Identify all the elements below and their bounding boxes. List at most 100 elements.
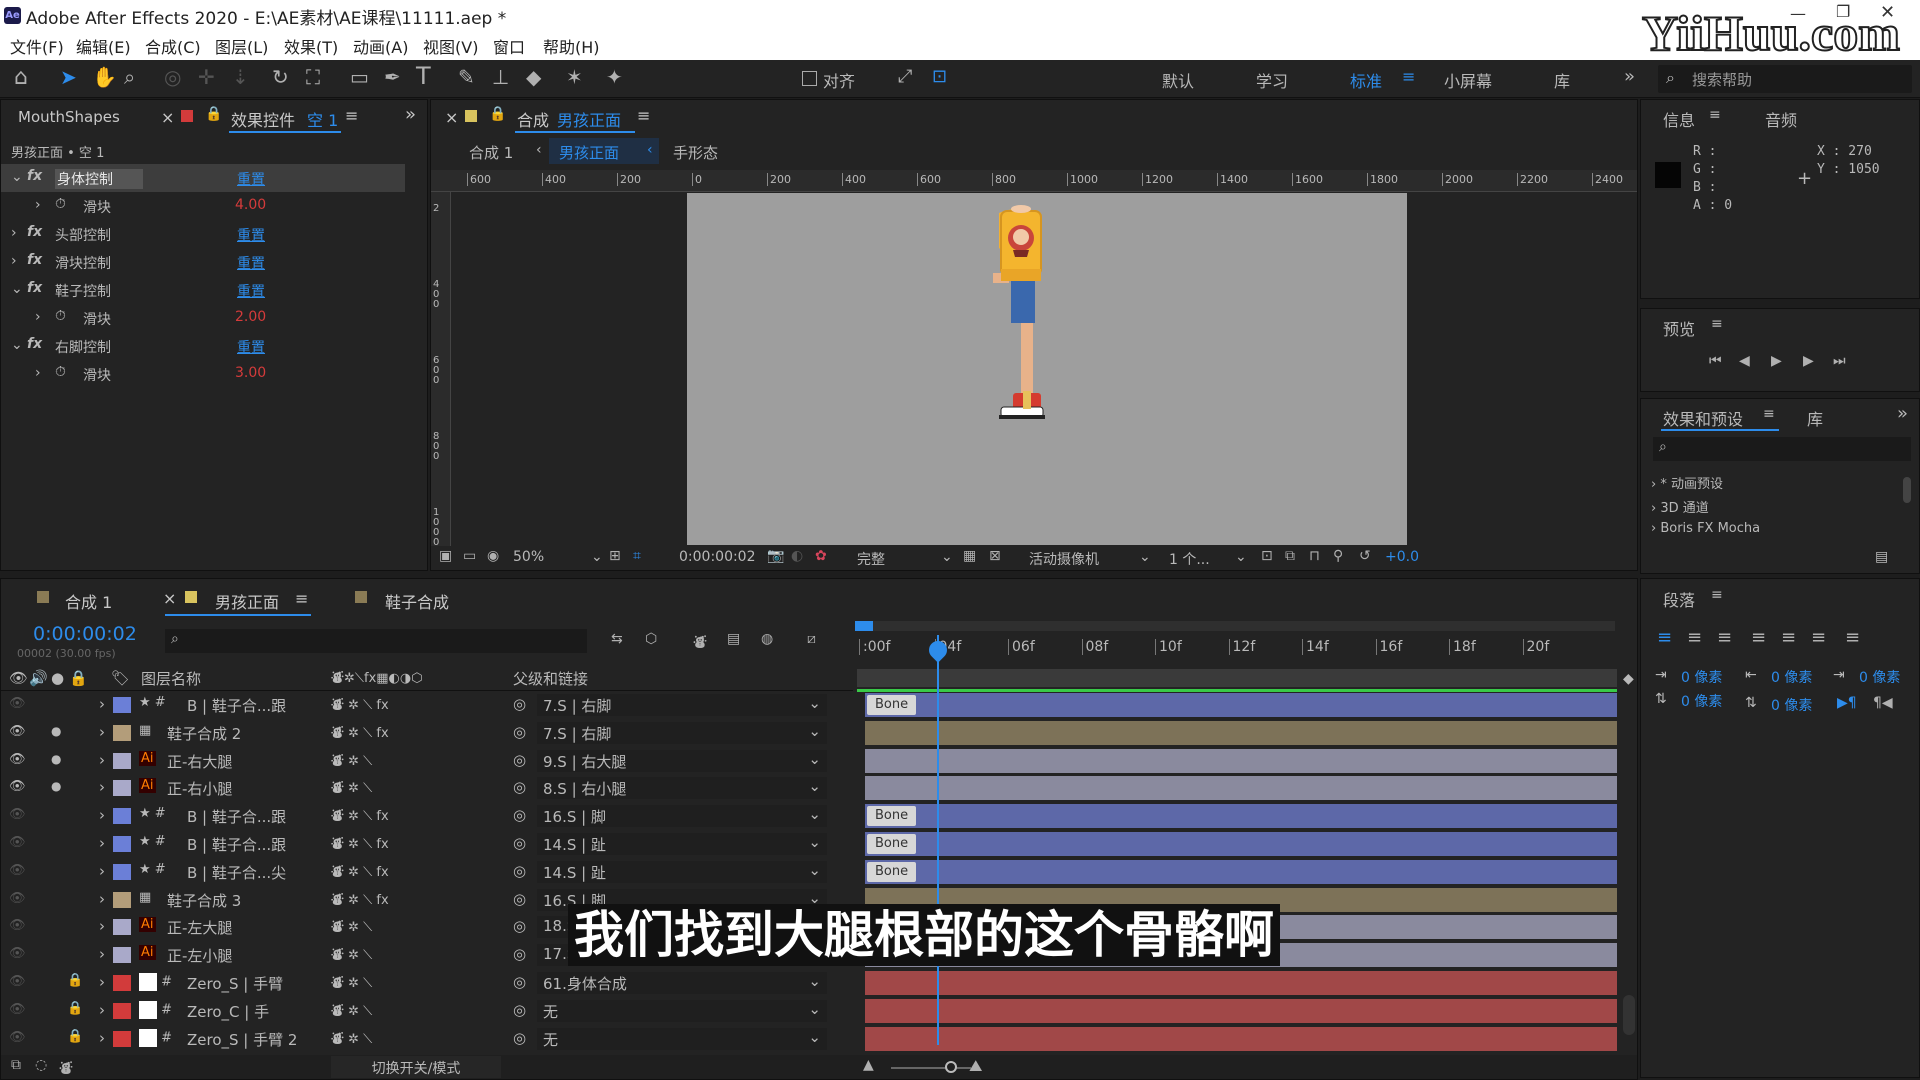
- layer-row[interactable]: 👁 ● › Ai 正-右小腿 ⛇ ✲ ⟍ ◎ 8.S | 右小腿 ⌄: [1, 774, 856, 802]
- label-color-swatch[interactable]: [113, 780, 131, 797]
- close-tab-icon[interactable]: ×: [163, 589, 176, 608]
- layer-duration-bar[interactable]: Bone: [865, 804, 1617, 829]
- selection-tool-icon[interactable]: ➤: [60, 65, 77, 89]
- label-color-swatch[interactable]: [113, 697, 131, 713]
- parent-select[interactable]: 无 ⌄: [537, 999, 827, 1022]
- pickwhip-icon[interactable]: ◎: [513, 862, 526, 880]
- parent-select[interactable]: 9.S | 右大腿 ⌄: [537, 749, 827, 772]
- character-illustration[interactable]: [687, 193, 1407, 545]
- hand-tool-icon[interactable]: ✋: [92, 65, 117, 89]
- label-color-swatch[interactable]: [113, 1030, 131, 1047]
- label-color-swatch[interactable]: [113, 836, 131, 852]
- preset-item[interactable]: › Boris FX Mocha: [1651, 521, 1760, 536]
- monitor-icon[interactable]: ▭: [463, 548, 476, 564]
- parent-header[interactable]: 父级和链接: [513, 668, 588, 689]
- snap-grid-icon[interactable]: ⊡: [932, 66, 947, 87]
- pickwhip-icon[interactable]: ◎: [513, 751, 526, 769]
- tab-mouthshapes[interactable]: MouthShapes: [18, 108, 120, 126]
- timeline-scrollbar[interactable]: [1623, 995, 1635, 1035]
- layer-name[interactable]: 鞋子合成 3: [167, 890, 241, 911]
- layer-name[interactable]: Zero_S | 手臂: [187, 973, 283, 994]
- preset-item[interactable]: › 3D 通道: [1651, 497, 1709, 516]
- layer-row[interactable]: 👁 › ★ # B | 鞋子合...跟 ⛇ ✲ ⟍ fx ◎ 7.S | 右脚 …: [1, 691, 856, 719]
- chevron-down-icon[interactable]: ⌄: [11, 337, 23, 353]
- layer-switches[interactable]: ⛇ ✲ ⟍: [331, 1029, 372, 1048]
- justify-center-icon[interactable]: ≡: [1781, 627, 1796, 648]
- lock-icon[interactable]: 🔒: [205, 106, 222, 122]
- label-color-swatch[interactable]: [113, 808, 131, 825]
- menu-view[interactable]: 视图(V): [423, 34, 478, 58]
- next-frame-icon[interactable]: ▶: [1803, 353, 1814, 369]
- indent-left-value[interactable]: 0 像素: [1681, 667, 1722, 687]
- layer-switches[interactable]: ⛇ ✲ ⟍: [331, 917, 372, 936]
- ltr-icon[interactable]: ▶¶: [1837, 695, 1857, 711]
- transparency-grid-icon[interactable]: ▦: [963, 548, 976, 564]
- layer-switches[interactable]: ⛇ ✲ ⟍ fx: [331, 806, 389, 825]
- comp-tab-name[interactable]: 男孩正面: [557, 107, 621, 131]
- chevron-right-icon[interactable]: ›: [35, 197, 41, 213]
- comp-marker-icon[interactable]: ◆: [1623, 671, 1634, 687]
- preset-item[interactable]: › * 动画预设: [1651, 473, 1723, 492]
- indent-right-value[interactable]: 0 像素: [1859, 667, 1900, 687]
- current-time[interactable]: 0:00:00:02: [679, 549, 756, 565]
- chevron-right-icon[interactable]: ›: [99, 806, 105, 824]
- paragraph-title[interactable]: 段落: [1663, 587, 1695, 611]
- search-help-box[interactable]: ⌕ 搜索帮助: [1658, 65, 1912, 93]
- layer-duration-bar[interactable]: [865, 748, 1617, 773]
- tab-shoe-comp[interactable]: 鞋子合成: [385, 589, 449, 613]
- align-center-icon[interactable]: ≡: [1687, 627, 1702, 648]
- effects-presets-title[interactable]: 效果和预设: [1663, 406, 1743, 430]
- parent-select[interactable]: 7.S | 右脚 ⌄: [537, 721, 827, 744]
- play-icon[interactable]: ▶: [1771, 353, 1782, 369]
- rtl-icon[interactable]: ¶◀: [1873, 695, 1893, 711]
- slider-value[interactable]: 4.00: [235, 197, 266, 213]
- chevron-right-icon[interactable]: ›: [99, 1029, 105, 1047]
- label-color-swatch[interactable]: [113, 891, 131, 908]
- playhead[interactable]: [937, 635, 939, 1045]
- eye-icon[interactable]: 👁: [9, 974, 26, 989]
- toggle-mask-icon[interactable]: ⊠: [989, 548, 1001, 564]
- justify-right-icon[interactable]: ≡: [1811, 627, 1826, 648]
- eye-icon[interactable]: 👁: [9, 891, 26, 906]
- eye-icon[interactable]: 👁: [9, 835, 26, 850]
- layer-name[interactable]: B | 鞋子合...跟: [187, 834, 286, 855]
- chevron-down-icon[interactable]: ⌄: [1139, 549, 1151, 565]
- roto-brush-icon[interactable]: ✶: [566, 65, 583, 89]
- transfer-controls-icon[interactable]: ⛇: [59, 1057, 73, 1078]
- fx-slider-row[interactable]: › ⏱ 滑块 3.00: [1, 360, 405, 388]
- work-area-bar[interactable]: [855, 621, 1615, 631]
- anchor-tool-icon[interactable]: ⛶: [306, 65, 320, 89]
- chevron-right-icon[interactable]: ›: [99, 695, 105, 713]
- pickwhip-icon[interactable]: ◎: [513, 806, 526, 824]
- pickwhip-icon[interactable]: ◎: [513, 1029, 526, 1047]
- layer-row[interactable]: 👁 🔒 › # Zero_C | 手 ⛇ ✲ ⟍ ◎ 无 ⌄: [1, 997, 856, 1025]
- fast-preview-icon[interactable]: ⊓: [1309, 548, 1320, 564]
- fx-slider-row[interactable]: › ⏱ 滑块 2.00: [1, 304, 405, 332]
- layer-switches[interactable]: ⛇ ✲ ⟍ fx: [331, 834, 389, 853]
- shy-layers-icon[interactable]: ⛇: [693, 631, 707, 652]
- rectangle-tool-icon[interactable]: ▭: [350, 65, 369, 89]
- grid-guides-icon[interactable]: ⊡: [1261, 548, 1273, 564]
- fx-icon[interactable]: fx: [27, 224, 42, 240]
- eye-icon[interactable]: 👁: [9, 807, 26, 822]
- region-icon[interactable]: ⌗: [633, 548, 641, 564]
- zoom-out-icon[interactable]: ▲: [863, 1057, 874, 1073]
- pickwhip-icon[interactable]: ◎: [513, 1001, 526, 1019]
- layer-name-header[interactable]: 图层名称: [141, 668, 201, 689]
- pickwhip-icon[interactable]: ◎: [513, 917, 526, 935]
- parent-select[interactable]: 14.S | 趾 ⌄: [537, 833, 827, 855]
- layer-switches[interactable]: ⛇ ✲ ⟍: [331, 778, 372, 797]
- chevron-right-icon[interactable]: ›: [99, 834, 105, 852]
- layer-name[interactable]: 正-右大腿: [167, 751, 232, 772]
- brush-tool-icon[interactable]: ✎: [458, 65, 475, 89]
- stopwatch-icon[interactable]: ⏱: [55, 364, 66, 380]
- fx-icon[interactable]: fx: [27, 336, 42, 352]
- frame-blending-icon[interactable]: ▤: [727, 631, 740, 647]
- label-color-swatch[interactable]: [113, 919, 131, 936]
- clone-stamp-icon[interactable]: ⊥: [492, 65, 509, 89]
- label-color-swatch[interactable]: [113, 947, 131, 964]
- eye-icon[interactable]: 👁: [9, 1030, 26, 1045]
- library-tab[interactable]: 库: [1807, 406, 1823, 430]
- layer-duration-bar[interactable]: Bone: [865, 859, 1617, 884]
- expand-panel-icon[interactable]: »: [405, 104, 416, 125]
